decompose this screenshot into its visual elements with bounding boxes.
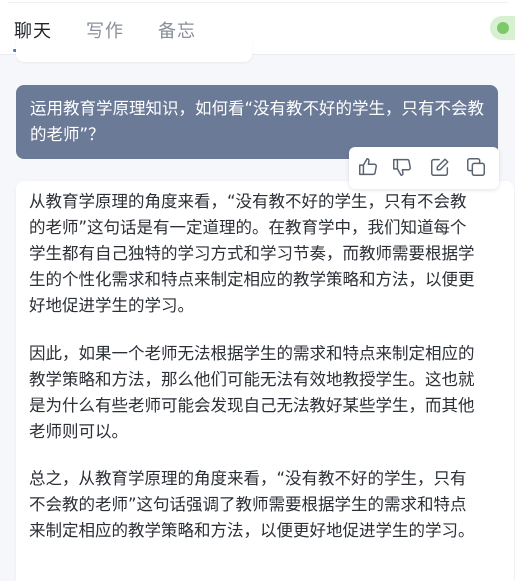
- top-divider: [8, 2, 508, 3]
- answer-paragraph: 从教育学原理的角度来看，“没有教不好的学生，只有不会教的老师”这句话是有一定道理…: [29, 192, 475, 315]
- thumbs-up-icon[interactable]: [357, 156, 381, 180]
- toggle-knob: [497, 22, 509, 34]
- copy-icon[interactable]: [465, 156, 489, 180]
- user-message-text: 运用教育学原理知识，如何看“没有教不好的学生，只有不会教的老师”？: [30, 99, 485, 144]
- mode-toggle[interactable]: [490, 16, 515, 40]
- thumbs-down-icon[interactable]: [391, 156, 415, 180]
- answer-paragraph: 总之，从教育学原理的角度来看，“没有教不好的学生，只有不会教的老师”这句话强调了…: [29, 469, 475, 540]
- message-action-bar: [349, 147, 499, 189]
- previous-message-card: [16, 40, 252, 62]
- edit-icon[interactable]: [429, 156, 453, 180]
- answer-paragraph: 因此，如果一个老师无法根据学生的需求和特点来制定相应的教学策略和方法，那么他们可…: [29, 344, 475, 441]
